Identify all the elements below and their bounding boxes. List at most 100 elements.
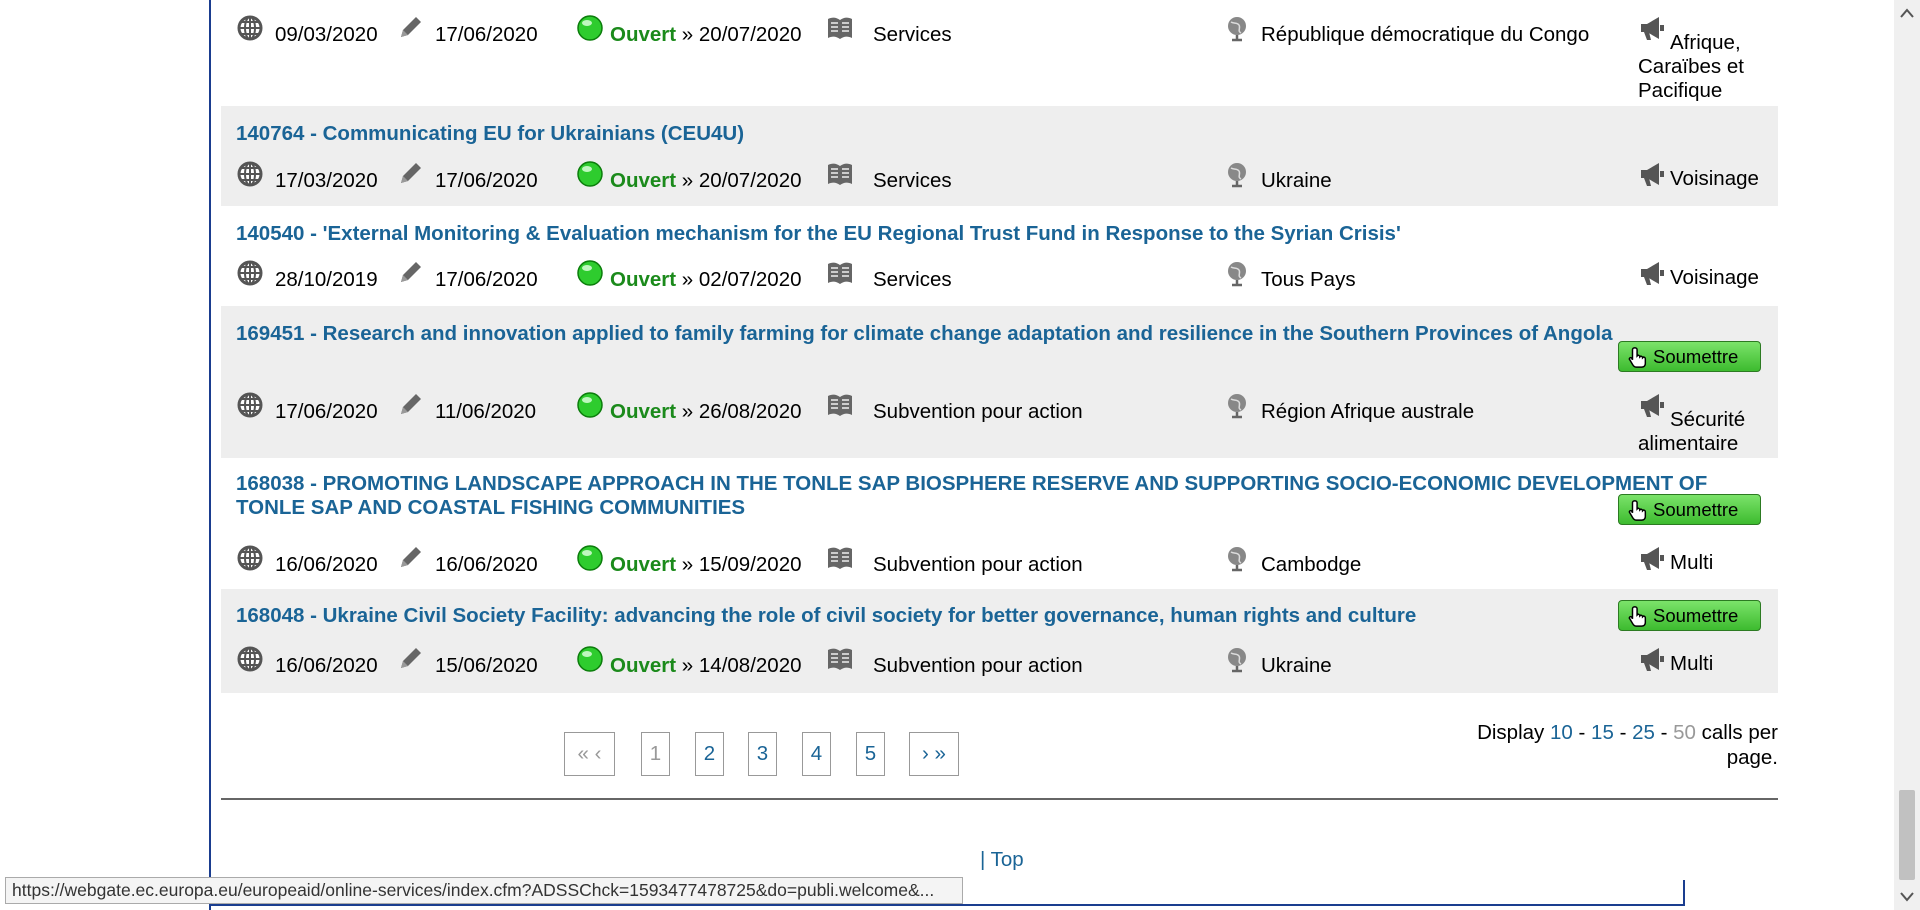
call-row: 140540 - 'External Monitoring & Evaluati…: [221, 206, 1778, 306]
top-link[interactable]: Top: [991, 848, 1024, 871]
megaphone-icon: [1638, 160, 1666, 188]
call-meta: 16/06/2020 15/06/2020 Ouvert » 14/08/202…: [236, 645, 1776, 677]
globe-icon: [236, 645, 264, 673]
status-label: Ouvert: [610, 268, 677, 291]
modification-date: 11/06/2020: [435, 400, 537, 423]
pagination-next-last-button[interactable]: › »: [909, 732, 959, 776]
globe-stand-icon: [1223, 645, 1251, 673]
footer-divider: [221, 798, 1778, 800]
deadline-date: 20/07/2020: [698, 169, 802, 192]
green-dot-icon: [576, 645, 604, 673]
pencil-icon: [396, 645, 424, 673]
pencil-icon: [396, 160, 424, 188]
status-label: Ouvert: [610, 400, 677, 423]
deadline-separator: »: [681, 654, 694, 677]
display-option-15[interactable]: 15: [1591, 721, 1614, 744]
scroll-down-arrow-icon[interactable]: [1894, 884, 1920, 910]
call-title-link[interactable]: 140540 - 'External Monitoring & Evaluati…: [236, 222, 1401, 246]
status-label: Ouvert: [610, 654, 677, 677]
modification-date: 15/06/2020: [435, 654, 538, 677]
deadline-separator: »: [681, 268, 694, 291]
green-dot-icon: [576, 391, 604, 419]
call-title-link[interactable]: 168038 - PROMOTING LANDSCAPE APPROACH IN…: [236, 472, 1707, 520]
publication-date: 16/06/2020: [275, 654, 378, 677]
publication-date: 09/03/2020: [275, 23, 378, 46]
pagination-page-4[interactable]: 4: [802, 732, 831, 776]
deadline-date: 20/07/2020: [698, 23, 802, 46]
pencil-icon: [396, 14, 424, 42]
publication-date: 16/06/2020: [275, 553, 378, 576]
submit-button[interactable]: Soumettre: [1618, 341, 1761, 372]
globe-stand-icon: [1223, 259, 1251, 287]
modification-date: 17/06/2020: [435, 169, 538, 192]
deadline-separator: »: [681, 23, 694, 46]
submit-button[interactable]: Soumettre: [1618, 600, 1761, 631]
globe-stand-icon: [1223, 160, 1251, 188]
status-label: Ouvert: [610, 553, 677, 576]
modification-date: 16/06/2020: [435, 553, 538, 576]
pagination-page-5[interactable]: 5: [856, 732, 885, 776]
publication-date: 17/06/2020: [275, 400, 378, 423]
display-prefix: Display: [1477, 721, 1545, 744]
publication-date: 17/03/2020: [275, 169, 378, 192]
megaphone-icon: [1638, 259, 1666, 287]
pagination-page-1[interactable]: 1: [641, 732, 670, 776]
call-title-link[interactable]: 169451 - Research and innovation applied…: [236, 322, 1612, 346]
green-dot-icon: [576, 14, 604, 42]
globe-icon: [236, 259, 264, 287]
display-suffix-line2: page.: [1726, 746, 1778, 769]
book-icon: [826, 160, 854, 188]
display-option-10[interactable]: 10: [1550, 721, 1573, 744]
display-per-page: Display 10 - 15 - 25 - 50 calls per page…: [1460, 720, 1778, 770]
deadline-date: 26/08/2020: [698, 400, 802, 423]
submit-button[interactable]: Soumettre: [1618, 494, 1761, 525]
green-dot-icon: [576, 544, 604, 572]
pencil-icon: [396, 544, 424, 572]
pagination-page-3[interactable]: 3: [748, 732, 777, 776]
call-row: 169451 - Research and innovation applied…: [221, 306, 1778, 458]
region: Voisinage: [1670, 266, 1759, 289]
book-icon: [826, 391, 854, 419]
book-icon: [826, 544, 854, 572]
call-meta: 09/03/2020 17/06/2020 Ouvert » 20/07/202…: [236, 14, 1776, 102]
country: Ukraine: [1261, 169, 1332, 192]
deadline-date: 02/07/2020: [698, 268, 802, 291]
call-title-link[interactable]: 140764 - Communicating EU for Ukrainians…: [236, 122, 744, 146]
footer-links: | Top: [980, 848, 1024, 872]
call-title-line1: 168038 - PROMOTING LANDSCAPE APPROACH IN…: [236, 472, 1708, 495]
deadline-separator: »: [681, 169, 694, 192]
book-icon: [826, 645, 854, 673]
globe-icon: [236, 14, 264, 42]
status-label: Ouvert: [610, 23, 677, 46]
green-dot-icon: [576, 259, 604, 287]
display-separator: -: [1578, 721, 1586, 744]
scroll-up-arrow-icon[interactable]: [1894, 0, 1920, 26]
content-frame-bottom-border: [209, 904, 1685, 906]
display-suffix-line1: calls per: [1701, 721, 1778, 744]
publication-date: 28/10/2019: [275, 268, 378, 291]
pagination-first-prev-button[interactable]: « ‹: [564, 732, 615, 776]
pagination-page-2[interactable]: 2: [695, 732, 724, 776]
modification-date: 17/06/2020: [435, 268, 538, 291]
megaphone-icon: [1638, 645, 1666, 673]
scrollbar-thumb[interactable]: [1899, 790, 1915, 880]
call-row: 168048 - Ukraine Civil Society Facility:…: [221, 589, 1778, 693]
call-type: Services: [873, 169, 952, 192]
display-separator: -: [1619, 721, 1627, 744]
country: Cambodge: [1261, 553, 1362, 576]
status-label: Ouvert: [610, 169, 677, 192]
display-option-25[interactable]: 25: [1632, 721, 1655, 744]
call-row: 140764 - Communicating EU for Ukrainians…: [221, 106, 1778, 206]
call-meta: 16/06/2020 16/06/2020 Ouvert » 15/09/202…: [236, 544, 1776, 576]
globe-icon: [236, 391, 264, 419]
call-type: Subvention pour action: [873, 654, 1083, 677]
region: Voisinage: [1670, 167, 1759, 190]
book-icon: [826, 259, 854, 287]
call-title-link[interactable]: 168048 - Ukraine Civil Society Facility:…: [236, 604, 1416, 628]
vertical-scrollbar[interactable]: [1894, 0, 1920, 910]
call-meta: 17/03/2020 17/06/2020 Ouvert » 20/07/202…: [236, 160, 1776, 192]
content-frame-left-border: [209, 0, 211, 910]
hand-pointer-icon: [1628, 499, 1647, 521]
call-title-line2: TONLE SAP AND COASTAL FISHING COMMUNITIE…: [236, 496, 746, 519]
book-icon: [826, 14, 854, 42]
